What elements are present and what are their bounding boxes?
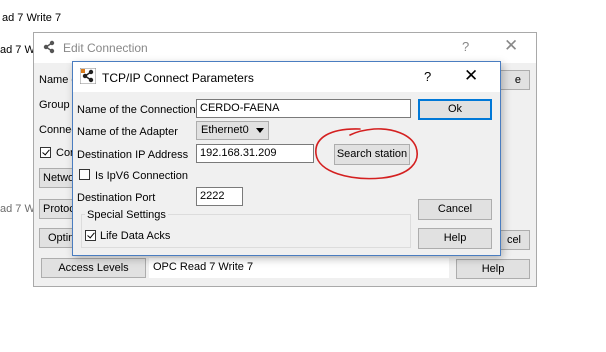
connection-name-field[interactable]: CERDO-FAENA bbox=[196, 99, 411, 118]
edit-connection-title: Edit Connection bbox=[63, 41, 148, 55]
life-data-acks-label: Life Data Acks bbox=[100, 230, 171, 242]
help-button[interactable]: ? bbox=[462, 39, 469, 54]
connection-name-label: Name of the Connection bbox=[77, 104, 196, 116]
close-icon[interactable]: ✕ bbox=[464, 66, 478, 86]
close-icon[interactable]: ✕ bbox=[504, 36, 518, 56]
adapter-label: Name of the Adapter bbox=[77, 126, 178, 138]
adapter-select-value: Ethernet0 bbox=[201, 124, 249, 136]
tcpip-title: TCP/IP Connect Parameters bbox=[102, 71, 254, 85]
search-station-button[interactable]: Search station bbox=[334, 144, 410, 165]
life-data-acks-checkbox[interactable] bbox=[85, 230, 96, 241]
dest-ip-label: Destination IP Address bbox=[77, 149, 189, 161]
adapter-select[interactable]: Ethernet0 bbox=[196, 121, 269, 140]
dest-port-label: Destination Port bbox=[77, 192, 156, 204]
help-button-front[interactable]: Help bbox=[418, 228, 492, 249]
edit-connection-titlebar: Edit Connection ? ✕ bbox=[34, 33, 536, 63]
tcpip-dialog: TCP/IP Connect Parameters ? ✕ Name of th… bbox=[72, 61, 501, 256]
background-title-text: ad 7 Write 7 bbox=[2, 12, 62, 24]
cancel-button[interactable]: Cancel bbox=[418, 199, 492, 220]
share-app-icon bbox=[43, 40, 55, 54]
dest-ip-field[interactable]: 192.168.31.209 bbox=[196, 144, 314, 163]
dest-port-field[interactable]: 2222 bbox=[196, 187, 243, 206]
ipv6-checkbox[interactable] bbox=[79, 169, 90, 180]
tcpip-titlebar: TCP/IP Connect Parameters ? ✕ bbox=[73, 62, 500, 92]
ipv6-label: Is IpV6 Connection bbox=[95, 170, 188, 182]
share-app-icon bbox=[80, 68, 96, 84]
chevron-down-icon bbox=[256, 128, 264, 133]
access-levels-button[interactable]: Access Levels bbox=[41, 258, 146, 278]
opc-connection-field: OPC Read 7 Write 7 bbox=[149, 258, 449, 278]
special-settings-title: Special Settings bbox=[85, 209, 168, 221]
help-button[interactable]: ? bbox=[424, 69, 431, 84]
background-text-line2: ad 7 W bbox=[0, 44, 35, 56]
ok-button[interactable]: Ok bbox=[418, 99, 492, 120]
connection-checkbox[interactable] bbox=[40, 147, 51, 158]
help-button-back[interactable]: Help bbox=[456, 259, 530, 279]
